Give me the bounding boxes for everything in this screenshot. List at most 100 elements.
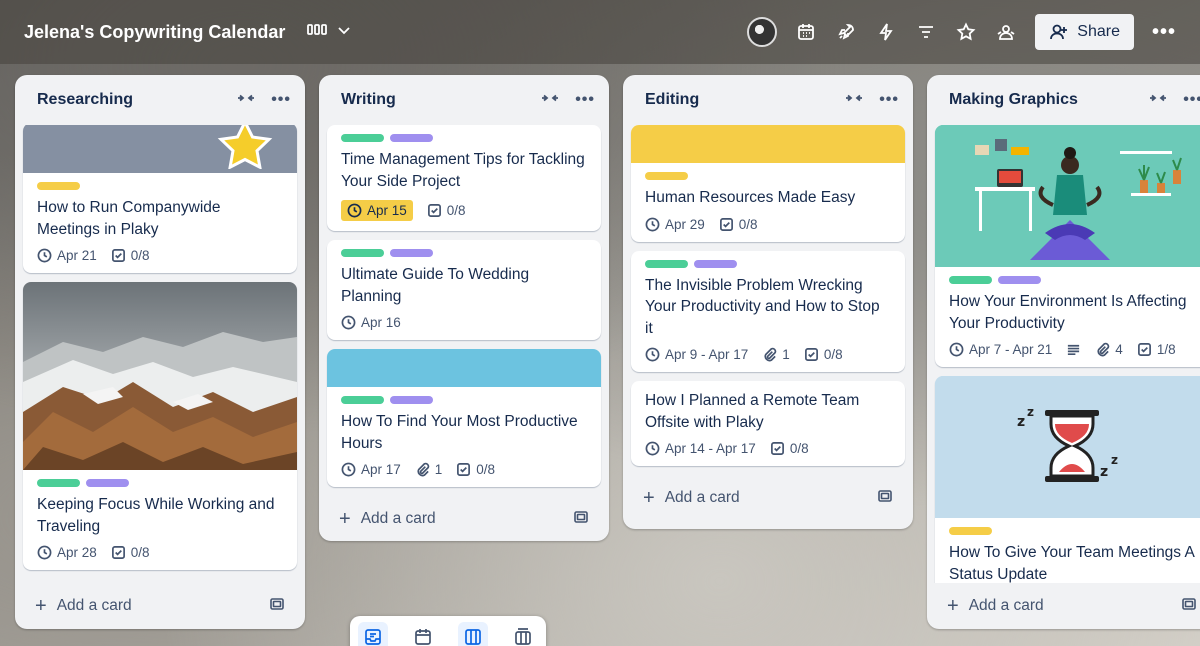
checklist-text: 1/8 — [1156, 342, 1176, 357]
due-date-badge[interactable]: Apr 29 — [645, 217, 705, 232]
label-green — [341, 134, 384, 142]
workspace-visibility-icon[interactable] — [995, 21, 1017, 43]
card-template-icon[interactable] — [877, 488, 893, 509]
board-menu-button[interactable]: ••• — [1152, 21, 1176, 44]
checklist-text: 0/8 — [446, 203, 466, 218]
card[interactable]: The Invisible Problem Wrecking Your Prod… — [631, 250, 905, 372]
filter-icon[interactable] — [915, 21, 937, 43]
card[interactable]: How to Run Companywide Meetings in Plaky… — [23, 125, 297, 273]
avatar[interactable] — [747, 17, 778, 47]
checklist-text: 0/8 — [823, 347, 843, 362]
due-date-badge[interactable]: Apr 21 — [37, 248, 97, 263]
due-date-badge[interactable]: Apr 7 - Apr 21 — [949, 342, 1052, 357]
plus-icon: + — [947, 594, 959, 617]
checklist-text: 0/8 — [738, 216, 758, 232]
card-template-icon[interactable] — [1181, 596, 1197, 617]
list-title[interactable]: Making Graphics — [949, 91, 1149, 109]
card[interactable]: Keeping Focus While Working and Travelin… — [23, 282, 297, 570]
checklist-badge: 1/8 — [1137, 342, 1176, 357]
due-date-badge[interactable]: Apr 9 - Apr 17 — [645, 347, 748, 362]
list-menu-button[interactable]: ••• — [575, 91, 595, 109]
collapse-list-icon[interactable] — [845, 89, 863, 112]
list-title[interactable]: Writing — [341, 91, 541, 109]
clock-icon — [341, 462, 356, 477]
add-member-icon — [1050, 24, 1068, 40]
card-cover-yellow — [631, 125, 905, 163]
board-view-switch[interactable] — [307, 22, 351, 43]
due-date-badge[interactable]: Apr 28 — [37, 545, 97, 560]
planner-view-button[interactable] — [408, 622, 438, 646]
list-header: Writing ••• — [319, 75, 609, 125]
add-card-button[interactable]: + Add a card — [319, 496, 609, 542]
due-date-text: Apr 29 — [665, 216, 705, 232]
list-menu-button[interactable]: ••• — [1183, 91, 1200, 109]
chevron-down-icon[interactable] — [337, 23, 351, 42]
card[interactable]: z z z z How To Give Your Team Meetings A… — [935, 376, 1200, 583]
add-card-button[interactable]: + Add a card — [623, 475, 913, 521]
calendar-power-up-icon[interactable] — [795, 21, 817, 43]
inbox-icon — [365, 629, 381, 645]
star-icon[interactable] — [955, 21, 977, 43]
checklist-icon — [719, 217, 733, 231]
label-yellow — [37, 182, 80, 190]
card[interactable]: How To Find Your Most Productive Hours A… — [327, 349, 601, 487]
board-title[interactable]: Jelena's Copywriting Calendar — [24, 22, 285, 43]
share-button[interactable]: Share — [1035, 14, 1134, 50]
card[interactable]: Time Management Tips for Tackling Your S… — [327, 125, 601, 231]
due-date-badge[interactable]: Apr 15 — [341, 200, 413, 221]
list-title[interactable]: Editing — [645, 91, 845, 109]
add-card-button[interactable]: + Add a card — [927, 583, 1200, 629]
due-date-badge[interactable]: Apr 17 — [341, 462, 401, 477]
checklist-icon — [111, 546, 125, 559]
clock-icon — [645, 441, 660, 456]
card[interactable]: Ultimate Guide To Wedding Planning Apr 1… — [327, 240, 601, 340]
clock-icon — [37, 545, 52, 560]
checklist-badge: 0/8 — [770, 441, 809, 456]
switch-boards-button[interactable] — [508, 622, 538, 646]
add-card-button[interactable]: + Add a card — [15, 583, 305, 629]
due-date-badge[interactable]: Apr 14 - Apr 17 — [645, 441, 756, 456]
card-title: The Invisible Problem Wrecking Your Prod… — [645, 276, 880, 337]
card[interactable]: How I Planned a Remote Team Offsite with… — [631, 381, 905, 466]
list-header: Editing ••• — [623, 75, 913, 125]
label-purple — [390, 249, 433, 257]
card-cover — [23, 125, 297, 173]
add-card-label: Add a card — [56, 597, 132, 614]
automation-lightning-icon[interactable] — [875, 21, 897, 43]
due-date-badge[interactable]: Apr 16 — [341, 315, 401, 330]
card[interactable]: Human Resources Made Easy Apr 29 0/8 — [631, 125, 905, 242]
meditation-illustration — [935, 125, 1200, 267]
list-researching: Researching ••• How to Run Companywide M… — [15, 75, 305, 629]
attachment-badge: 1 — [762, 347, 790, 362]
due-date-text: Apr 14 - Apr 17 — [665, 441, 756, 456]
collapse-list-icon[interactable] — [1149, 89, 1167, 112]
label-purple — [390, 396, 433, 404]
share-label: Share — [1077, 23, 1120, 40]
list-writing: Writing ••• Time Management Tips for Tac… — [319, 75, 609, 541]
card-cover-blue — [327, 349, 601, 387]
description-icon — [1068, 344, 1080, 356]
label-purple — [390, 134, 433, 142]
mountain-landscape-image — [23, 282, 297, 470]
card-template-icon[interactable] — [573, 509, 589, 530]
list-title[interactable]: Researching — [37, 91, 237, 109]
card-template-icon[interactable] — [269, 596, 285, 617]
collapse-list-icon[interactable] — [237, 89, 255, 112]
paperclip-icon — [417, 462, 430, 477]
due-date-text: Apr 28 — [57, 545, 97, 560]
collapse-list-icon[interactable] — [541, 89, 559, 112]
attachment-count: 4 — [1115, 342, 1123, 357]
inbox-view-button[interactable] — [358, 622, 388, 646]
power-ups-rocket-icon[interactable] — [835, 21, 857, 43]
list-menu-button[interactable]: ••• — [271, 91, 291, 109]
label-purple — [998, 276, 1041, 284]
list-cards: How Your Environment Is Affecting Your P… — [927, 125, 1200, 583]
card[interactable]: How Your Environment Is Affecting Your P… — [935, 125, 1200, 367]
list-menu-button[interactable]: ••• — [879, 91, 899, 109]
board-view-button[interactable] — [458, 622, 488, 646]
clock-icon — [341, 315, 356, 330]
board-view-icon[interactable] — [307, 22, 328, 43]
card-title: How To Find Your Most Productive Hours — [341, 413, 578, 452]
list-cards: Human Resources Made Easy Apr 29 0/8 The… — [623, 125, 913, 475]
list-cards: Time Management Tips for Tackling Your S… — [319, 125, 609, 496]
